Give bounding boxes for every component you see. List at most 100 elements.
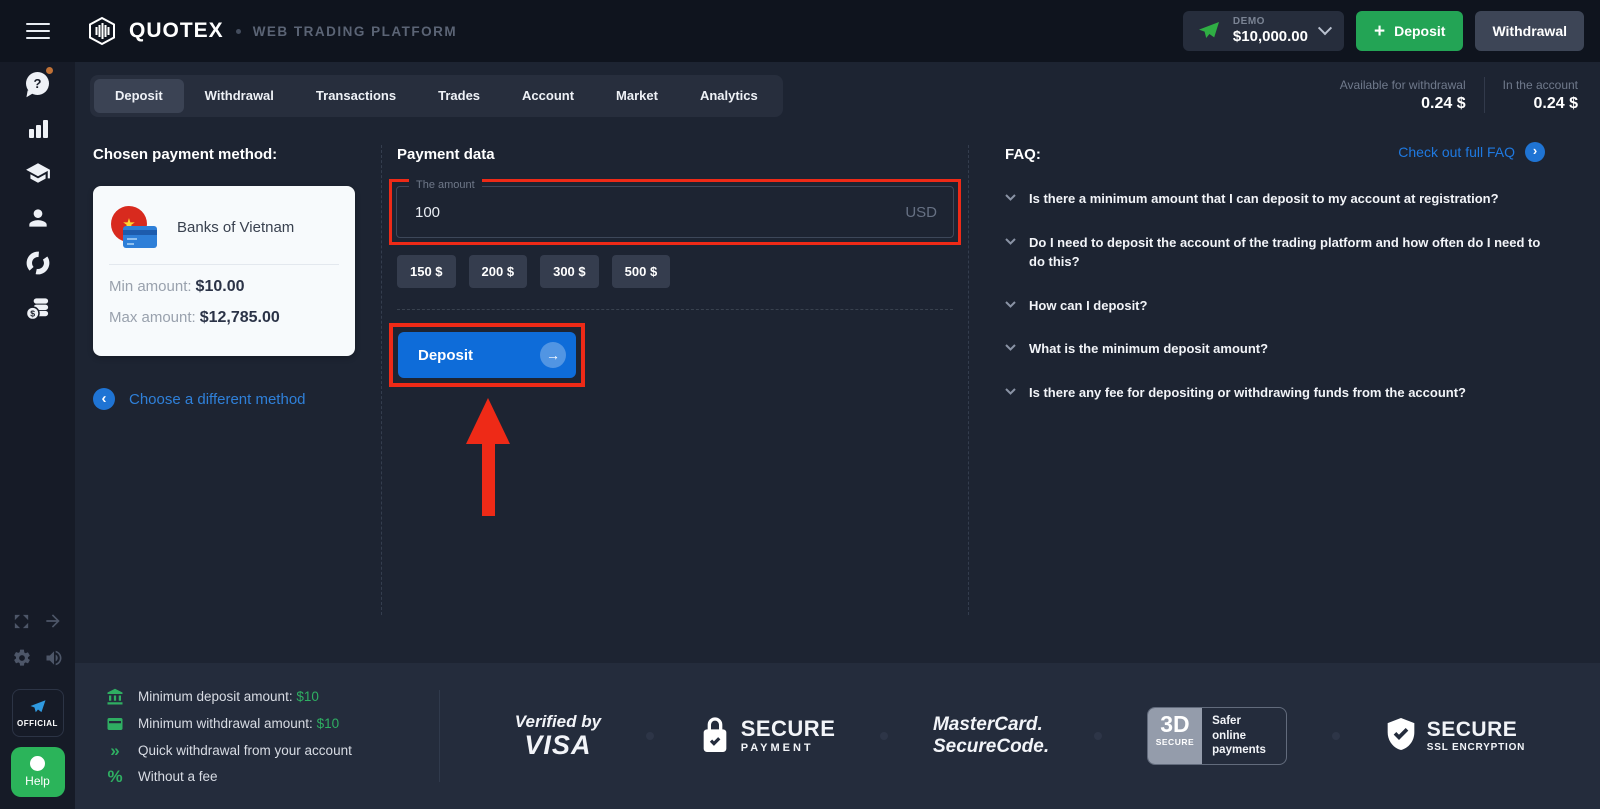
column-divider (381, 145, 382, 615)
info-no-fee: % Without a fee (105, 768, 427, 785)
shield-check-icon (1387, 718, 1415, 750)
ssl-secure-badge: SECURE SSL ENCRYPTION (1385, 718, 1525, 754)
quick-amount-300[interactable]: 300 $ (540, 255, 599, 288)
tab-transactions[interactable]: Transactions (295, 79, 417, 113)
paper-plane-icon (1198, 22, 1219, 38)
tab-trades[interactable]: Trades (417, 79, 501, 113)
badge-separator-dot (1331, 732, 1340, 740)
security-badges: Verified by VISA SECURE PAYMENT MasterCa… (440, 707, 1600, 765)
payment-data-panel: Payment data The amount USD 150 $ 200 $ … (389, 140, 961, 516)
info-quick-withdrawal: » Quick withdrawal from your account (105, 742, 427, 759)
faq-heading: FAQ: (1005, 146, 1041, 163)
payment-method-name: Banks of Vietnam (177, 218, 295, 236)
faq-item[interactable]: Is there any fee for depositing or withd… (1005, 384, 1545, 403)
help-button[interactable]: Help (10, 747, 65, 797)
max-amount-label: Max amount: (109, 309, 196, 326)
badge-separator-dot (880, 732, 889, 740)
deposit-annotation-box: Deposit → (389, 323, 585, 387)
balance-divider (1483, 77, 1485, 113)
chevron-down-icon (1005, 194, 1016, 201)
amount-input[interactable] (413, 202, 906, 222)
main-content: Deposit Withdrawal Transactions Trades A… (75, 62, 1600, 809)
volume-icon[interactable] (44, 648, 64, 673)
plus-icon: + (1374, 20, 1386, 42)
profile-icon[interactable] (25, 205, 51, 231)
header-deposit-button[interactable]: + Deposit (1356, 11, 1464, 51)
support-chat-icon[interactable]: ? (25, 67, 53, 96)
faq-item[interactable]: Do I need to deposit the account of the … (1005, 234, 1545, 272)
left-sidebar: ? $ OFFICIAL Help (0, 62, 75, 809)
amount-field-label: The amount (409, 179, 482, 191)
chevron-down-icon (1005, 344, 1016, 352)
choose-different-method-link[interactable]: ‹ Choose a different method (93, 388, 355, 410)
info-min-deposit: Minimum deposit amount: $10 (105, 688, 427, 706)
min-amount-label: Min amount: (109, 278, 192, 295)
brand-name: QUOTEX (129, 19, 224, 42)
quick-amount-500[interactable]: 500 $ (611, 255, 671, 288)
quick-amounts: 150 $ 200 $ 300 $ 500 $ (397, 255, 961, 288)
faq-item[interactable]: Is there a minimum amount that I can dep… (1005, 190, 1545, 209)
brand-logo[interactable]: QUOTEX (87, 16, 224, 46)
section-tabbar: Deposit Withdrawal Transactions Trades A… (90, 75, 783, 117)
account-balance: $10,000.00 (1232, 28, 1308, 45)
full-faq-link[interactable]: Check out full FAQ › (1398, 141, 1545, 162)
telegram-plane-icon (30, 700, 45, 713)
coins-icon[interactable]: $ (25, 295, 51, 321)
wallet-card-icon (105, 715, 125, 733)
faq-list: Is there a minimum amount that I can dep… (1005, 190, 1545, 403)
faq-item[interactable]: How can I deposit? (1005, 297, 1545, 316)
chevron-right-circle-icon: › (1525, 141, 1545, 162)
3d-secure-badge: 3D SECURE Safer online payments (1146, 707, 1288, 765)
chevron-down-icon (1005, 300, 1016, 308)
top-header: QUOTEX WEB TRADING PLATFORM DEMO $10,000… (0, 0, 1600, 62)
hamburger-menu-icon[interactable] (0, 23, 75, 39)
arrow-right-circle-icon: → (540, 342, 566, 368)
balance-summary: Available for withdrawal 0.24 $ In the a… (1340, 77, 1578, 113)
amount-annotation-box: The amount USD (389, 179, 961, 245)
svg-text:$: $ (30, 308, 35, 318)
donut-chart-icon[interactable] (25, 250, 51, 276)
chevron-down-icon (1005, 388, 1016, 396)
platform-subtitle: WEB TRADING PLATFORM (252, 23, 458, 39)
quotex-logo-icon (89, 16, 115, 46)
credit-card-icon (123, 226, 157, 248)
quick-amount-200[interactable]: 200 $ (468, 255, 528, 288)
quick-amount-150[interactable]: 150 $ (397, 255, 456, 288)
bank-icon (105, 688, 125, 706)
amount-field[interactable]: The amount USD (396, 179, 954, 238)
chevron-left-circle-icon: ‹ (93, 388, 115, 410)
lock-icon (703, 717, 727, 752)
fullscreen-icon[interactable] (12, 612, 31, 636)
vietnam-flag-card-icon: ★ (111, 206, 157, 248)
payment-method-card[interactable]: ★ Banks of Vietnam Min amount: $10.00 Max… (93, 186, 355, 356)
header-withdrawal-button[interactable]: Withdrawal (1475, 11, 1584, 51)
deposit-submit-button[interactable]: Deposit → (398, 332, 576, 378)
bar-chart-icon[interactable] (25, 115, 51, 141)
faq-item[interactable]: What is the minimum deposit amount? (1005, 340, 1545, 359)
official-telegram-badge[interactable]: OFFICIAL (11, 689, 64, 737)
separator-dot (235, 28, 241, 34)
tab-market[interactable]: Market (595, 79, 679, 113)
sidebar-bottom-controls: OFFICIAL Help (0, 599, 75, 797)
double-chevron-icon: » (110, 740, 120, 760)
education-icon[interactable] (25, 160, 51, 186)
settings-gear-icon[interactable] (12, 648, 32, 673)
tab-deposit[interactable]: Deposit (94, 79, 184, 113)
account-switcher[interactable]: DEMO $10,000.00 (1182, 11, 1344, 51)
currency-label: USD (905, 203, 937, 221)
min-amount-value: $10.00 (195, 278, 245, 295)
secure-payment-badge: SECURE PAYMENT (699, 717, 836, 755)
in-account-label: In the account (1502, 77, 1578, 92)
chevron-down-icon (1317, 21, 1333, 36)
arrow-forward-icon[interactable] (43, 611, 63, 636)
tab-withdrawal[interactable]: Withdrawal (184, 79, 295, 113)
payment-method-panel: Chosen payment method: ★ Banks of Vietna… (93, 140, 355, 410)
in-account-value: 0.24 $ (1533, 94, 1578, 112)
tab-analytics[interactable]: Analytics (679, 79, 779, 113)
help-status-dot (30, 756, 45, 771)
app-root: QUOTEX WEB TRADING PLATFORM DEMO $10,000… (0, 0, 1600, 809)
tab-account[interactable]: Account (501, 79, 595, 113)
max-amount-value: $12,785.00 (199, 309, 280, 326)
card-divider (109, 264, 339, 265)
footer-info-list: Minimum deposit amount: $10 Minimum with… (105, 688, 427, 785)
